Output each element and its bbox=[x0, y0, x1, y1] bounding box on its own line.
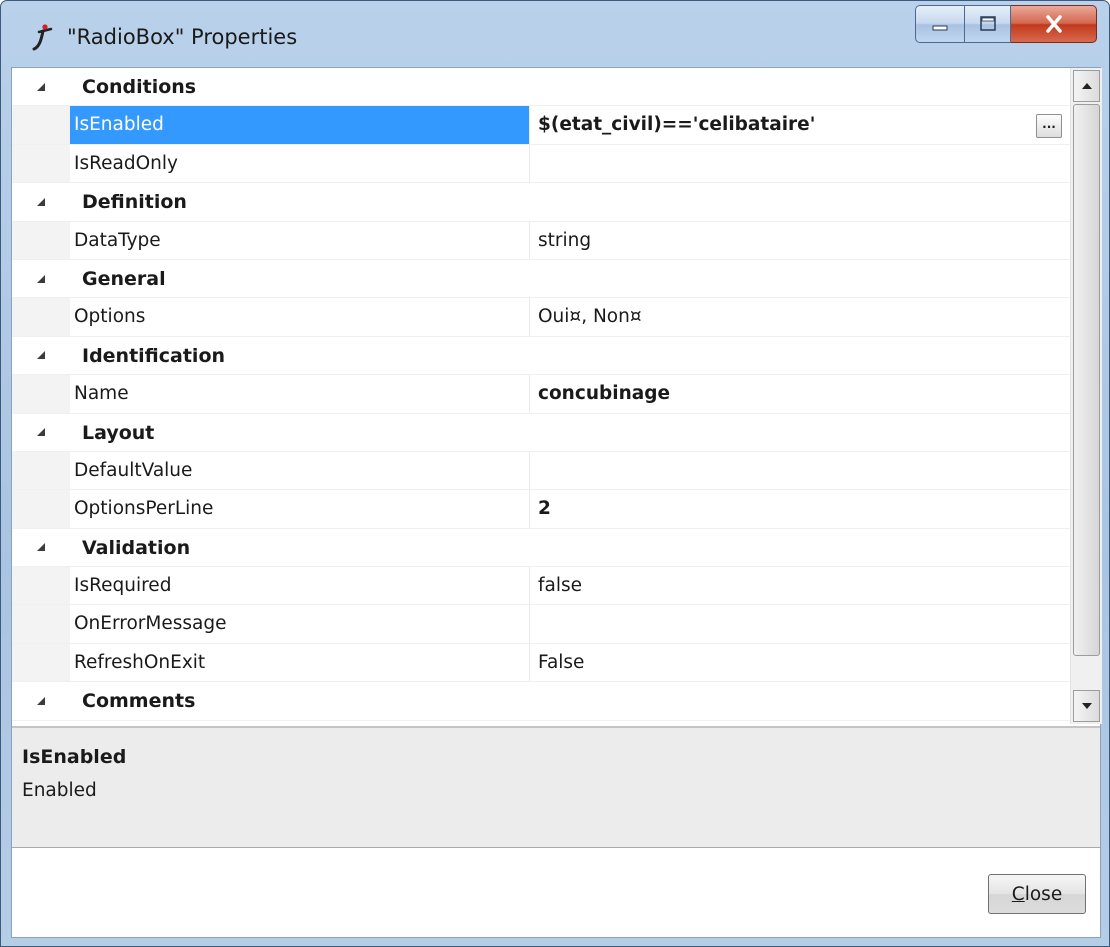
maximize-icon bbox=[979, 16, 996, 31]
description-text: Enabled bbox=[22, 780, 97, 801]
property-value-text: False bbox=[538, 651, 585, 673]
collapse-triangle-icon[interactable] bbox=[12, 68, 70, 105]
property-value[interactable]: Oui¤, Non¤ bbox=[530, 298, 1070, 335]
collapse-triangle-icon[interactable] bbox=[12, 414, 70, 451]
property-row[interactable]: IsRequired false bbox=[12, 567, 1070, 606]
property-row[interactable]: DefaultValue bbox=[12, 451, 1070, 491]
description-title: IsEnabled bbox=[22, 746, 127, 768]
property-value[interactable]: false bbox=[530, 567, 1070, 604]
property-row[interactable]: OnErrorMessage bbox=[12, 605, 1070, 644]
category-label: Comments bbox=[82, 690, 196, 713]
property-value[interactable]: string bbox=[530, 222, 1070, 259]
row-gutter bbox=[12, 298, 70, 336]
scroll-down-button[interactable] bbox=[1073, 690, 1100, 722]
scroll-thumb[interactable] bbox=[1073, 104, 1100, 656]
property-row[interactable]: Name concubinage bbox=[12, 375, 1070, 414]
category-row[interactable]: Layout bbox=[12, 413, 1070, 452]
collapse-triangle-icon[interactable] bbox=[12, 529, 70, 566]
property-grid: Conditions IsEnabled $(etat_civil)=='celib… bbox=[12, 68, 1070, 724]
category-label: Validation bbox=[82, 536, 191, 559]
property-name[interactable]: OptionsPerLine bbox=[70, 490, 530, 528]
property-row[interactable]: DataType string bbox=[12, 221, 1070, 260]
property-value-text: string bbox=[538, 229, 592, 251]
property-row[interactable]: RefreshOnExit False bbox=[12, 643, 1070, 683]
minimize-icon bbox=[932, 25, 948, 31]
row-gutter bbox=[12, 643, 70, 682]
property-row[interactable]: Options Oui¤, Non¤ bbox=[12, 298, 1070, 337]
row-gutter bbox=[12, 490, 70, 528]
property-value[interactable] bbox=[530, 605, 1070, 642]
collapse-triangle-icon[interactable] bbox=[12, 260, 70, 297]
category-label: Definition bbox=[82, 191, 187, 214]
title-bar[interactable]: "RadioBox" Properties bbox=[1, 1, 1109, 67]
category-label: Identification bbox=[82, 344, 226, 367]
arrow-up-icon bbox=[1081, 83, 1092, 89]
property-value[interactable] bbox=[530, 452, 1070, 489]
client-area: Conditions IsEnabled $(etat_civil)=='celib… bbox=[11, 67, 1102, 938]
property-value[interactable]: False bbox=[530, 644, 1070, 681]
close-button-mnemonic: C bbox=[1011, 883, 1025, 905]
property-name[interactable]: OnErrorMessage bbox=[70, 605, 530, 643]
row-gutter bbox=[12, 106, 70, 144]
property-value[interactable] bbox=[530, 145, 1070, 182]
property-value-text: $(etat_civil)=='celibataire' bbox=[538, 114, 816, 136]
property-value[interactable]: 2 bbox=[530, 490, 1070, 527]
caption-buttons bbox=[915, 5, 1097, 43]
row-gutter bbox=[12, 375, 70, 413]
minimize-button[interactable] bbox=[915, 5, 965, 43]
row-gutter bbox=[12, 567, 70, 605]
close-window-button[interactable] bbox=[1011, 5, 1097, 43]
description-panel: IsEnabled Enabled bbox=[12, 726, 1100, 848]
category-row[interactable]: Definition bbox=[12, 183, 1070, 222]
property-name[interactable]: IsRequired bbox=[70, 567, 530, 605]
close-button-label: lose bbox=[1024, 883, 1063, 905]
category-label: Layout bbox=[82, 421, 155, 444]
category-label: Conditions bbox=[82, 76, 197, 98]
app-logo-icon bbox=[32, 24, 53, 51]
vertical-scrollbar[interactable] bbox=[1070, 68, 1102, 724]
scroll-up-button[interactable] bbox=[1073, 70, 1100, 102]
category-row[interactable]: Comments bbox=[12, 682, 1070, 721]
property-name[interactable]: Options bbox=[70, 298, 530, 336]
property-value-text: concubinage bbox=[538, 383, 671, 405]
category-row[interactable]: General bbox=[12, 259, 1070, 299]
close-icon bbox=[1045, 15, 1062, 33]
property-value-text: 2 bbox=[538, 498, 551, 520]
category-row[interactable]: Conditions bbox=[12, 68, 1070, 107]
property-value-text: Oui¤, Non¤ bbox=[538, 306, 642, 328]
property-value[interactable]: $(etat_civil)=='celibataire'... bbox=[530, 106, 1070, 143]
property-name[interactable]: IsReadOnly bbox=[70, 144, 530, 183]
row-gutter bbox=[12, 451, 70, 490]
category-row[interactable]: Validation bbox=[12, 528, 1070, 568]
close-button[interactable]: Close bbox=[988, 874, 1086, 914]
properties-window: "RadioBox" Properties ConditionsIsEnabl bbox=[0, 0, 1110, 947]
property-name[interactable]: DataType bbox=[70, 221, 530, 259]
category-row[interactable]: Identification bbox=[12, 336, 1070, 376]
arrow-down-icon bbox=[1081, 703, 1092, 709]
category-label: General bbox=[82, 267, 166, 290]
property-row[interactable]: IsReadOnly bbox=[12, 144, 1070, 184]
window-title: "RadioBox" Properties bbox=[67, 25, 298, 49]
property-name[interactable]: DefaultValue bbox=[70, 451, 530, 490]
property-value[interactable]: concubinage bbox=[530, 375, 1070, 412]
property-row[interactable]: IsEnabled $(etat_civil)=='celibataire'... bbox=[12, 106, 1070, 145]
row-gutter bbox=[12, 144, 70, 183]
property-name[interactable]: RefreshOnExit bbox=[70, 643, 530, 682]
row-gutter bbox=[12, 605, 70, 643]
collapse-triangle-icon[interactable] bbox=[12, 183, 70, 220]
property-name[interactable]: Name bbox=[70, 375, 530, 413]
collapse-triangle-icon[interactable] bbox=[12, 337, 70, 374]
property-value-text: false bbox=[538, 575, 583, 597]
row-gutter bbox=[12, 221, 70, 259]
maximize-button[interactable] bbox=[965, 5, 1011, 43]
ellipsis-button[interactable]: ... bbox=[1036, 114, 1062, 139]
property-row[interactable]: OptionsPerLine 2 bbox=[12, 490, 1070, 529]
collapse-triangle-icon[interactable] bbox=[12, 682, 70, 719]
property-name[interactable]: IsEnabled bbox=[70, 106, 530, 144]
